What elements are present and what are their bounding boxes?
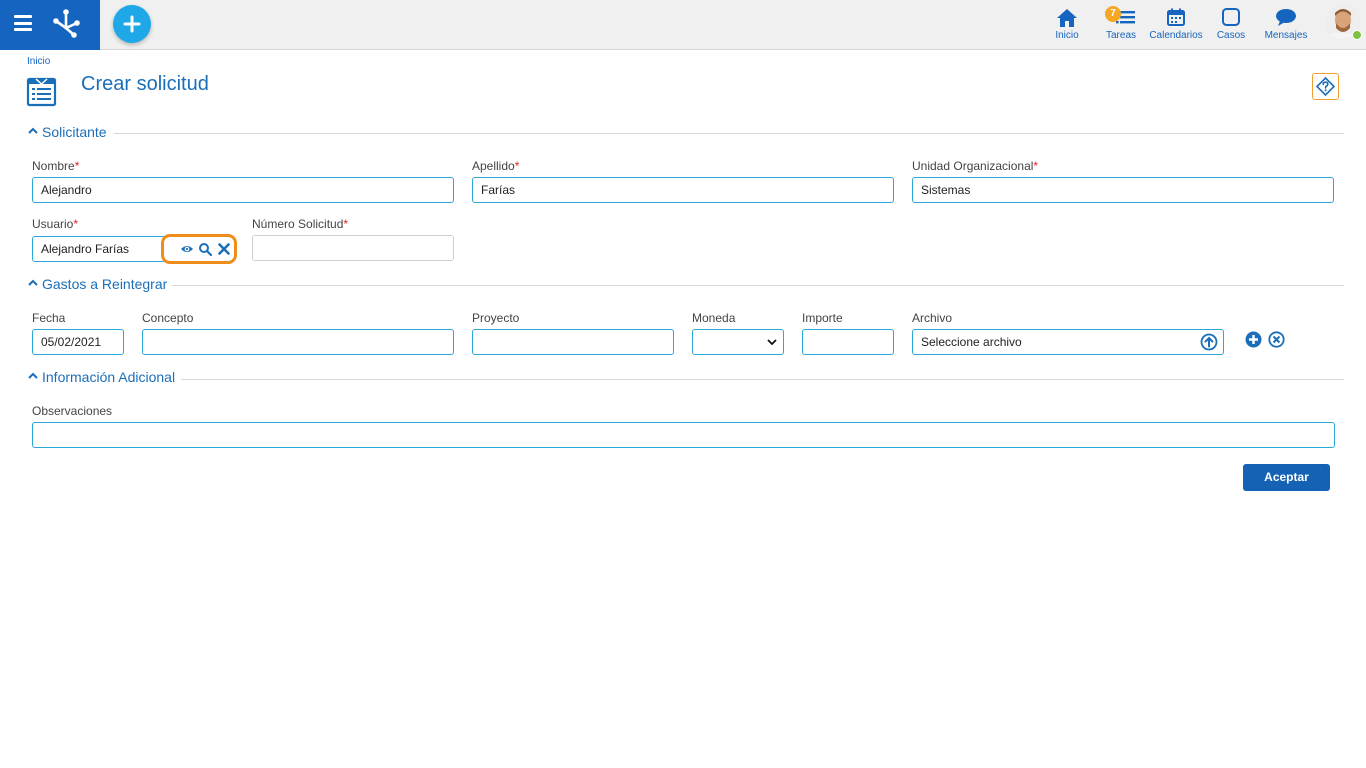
add-row-icon[interactable] bbox=[1245, 331, 1262, 348]
usuario-label-text: Usuario bbox=[32, 217, 74, 231]
apellido-label: Apellido* bbox=[472, 159, 519, 173]
tasks-badge: 7 bbox=[1105, 6, 1121, 22]
clear-icon[interactable] bbox=[217, 242, 231, 256]
section-gastos-header[interactable]: Gastos a Reintegrar bbox=[28, 276, 168, 294]
nav-calendarios-label: Calendarios bbox=[1149, 30, 1203, 41]
breadcrumb[interactable]: Inicio bbox=[27, 56, 50, 67]
archivo-label: Archivo bbox=[912, 311, 953, 325]
numero-label: Número Solicitud* bbox=[252, 217, 348, 231]
online-status-dot bbox=[1352, 30, 1362, 40]
moneda-label: Moneda bbox=[692, 311, 736, 325]
chevron-up-icon bbox=[28, 279, 38, 286]
nav-casos[interactable]: Casos bbox=[1204, 0, 1258, 50]
section-gastos-title: Gastos a Reintegrar bbox=[42, 276, 168, 292]
nav-tareas-label: Tareas bbox=[1105, 30, 1136, 41]
plus-icon bbox=[123, 15, 141, 33]
form-icon bbox=[26, 77, 57, 107]
apellido-label-text: Apellido bbox=[472, 159, 515, 173]
section-solicitante-header[interactable]: Solicitante bbox=[28, 124, 108, 142]
numero-field[interactable] bbox=[252, 235, 454, 261]
top-bar: Inicio 7 Tareas Calendarios Casos Mensaj… bbox=[0, 0, 1366, 50]
home-icon bbox=[1057, 9, 1077, 27]
chevron-up-icon bbox=[28, 372, 38, 379]
chevron-down-icon bbox=[767, 339, 777, 346]
required-mark: * bbox=[343, 217, 349, 231]
section-divider bbox=[181, 379, 1344, 380]
help-icon bbox=[1316, 77, 1335, 96]
calendar-icon bbox=[1167, 8, 1185, 26]
nav-tareas[interactable]: 7 Tareas bbox=[1094, 0, 1148, 50]
section-divider bbox=[114, 133, 1344, 134]
required-mark: * bbox=[1033, 159, 1039, 173]
importe-field[interactable] bbox=[802, 329, 894, 355]
fecha-field[interactable]: 05/02/2021 bbox=[32, 329, 124, 355]
unidad-field[interactable]: Sistemas bbox=[912, 177, 1334, 203]
upload-icon[interactable] bbox=[1200, 333, 1218, 351]
usuario-label: Usuario* bbox=[32, 217, 78, 231]
observaciones-field[interactable] bbox=[32, 422, 1335, 448]
nav-inicio-label: Inicio bbox=[1055, 30, 1079, 41]
unidad-label-text: Unidad Organizacional bbox=[912, 159, 1034, 173]
menu-icon[interactable] bbox=[14, 15, 32, 31]
nav-casos-label: Casos bbox=[1216, 30, 1246, 41]
nav-inicio[interactable]: Inicio bbox=[1040, 0, 1094, 50]
section-info-title: Información Adicional bbox=[42, 369, 176, 385]
cases-icon bbox=[1222, 8, 1240, 26]
required-mark: * bbox=[514, 159, 520, 173]
logo-icon[interactable] bbox=[50, 8, 82, 40]
section-divider bbox=[172, 285, 1344, 286]
chevron-up-icon bbox=[28, 127, 38, 134]
concepto-field[interactable] bbox=[142, 329, 454, 355]
view-icon[interactable] bbox=[180, 242, 194, 256]
page-title: Crear solicitud bbox=[81, 73, 209, 95]
nombre-label: Nombre* bbox=[32, 159, 79, 173]
search-icon[interactable] bbox=[198, 242, 212, 256]
section-info-header[interactable]: Información Adicional bbox=[28, 369, 178, 387]
nombre-field[interactable]: Alejandro bbox=[32, 177, 454, 203]
nav-mensajes-label: Mensajes bbox=[1264, 30, 1308, 41]
remove-row-icon[interactable] bbox=[1268, 331, 1285, 348]
nav-mensajes[interactable]: Mensajes bbox=[1258, 0, 1314, 50]
section-solicitante-title: Solicitante bbox=[42, 124, 107, 140]
proyecto-field[interactable] bbox=[472, 329, 674, 355]
archivo-field[interactable]: Seleccione archivo bbox=[912, 329, 1224, 355]
nav-calendarios[interactable]: Calendarios bbox=[1148, 0, 1204, 50]
importe-label: Importe bbox=[802, 311, 843, 325]
numero-label-text: Número Solicitud bbox=[252, 217, 344, 231]
messages-icon bbox=[1276, 9, 1296, 26]
archivo-placeholder: Seleccione archivo bbox=[921, 335, 1022, 349]
add-button[interactable] bbox=[113, 5, 151, 43]
help-button[interactable] bbox=[1312, 73, 1339, 100]
required-mark: * bbox=[73, 217, 79, 231]
usuario-actions-highlight bbox=[161, 234, 237, 264]
observaciones-label: Observaciones bbox=[32, 404, 113, 418]
moneda-select[interactable] bbox=[692, 329, 784, 355]
accept-button[interactable]: Aceptar bbox=[1243, 464, 1330, 491]
required-mark: * bbox=[74, 159, 80, 173]
brand-area bbox=[0, 0, 100, 50]
proyecto-label: Proyecto bbox=[472, 311, 520, 325]
usuario-field[interactable]: Alejandro Farías bbox=[32, 236, 182, 262]
apellido-field[interactable]: Farías bbox=[472, 177, 894, 203]
concepto-label: Concepto bbox=[142, 311, 194, 325]
fecha-label: Fecha bbox=[32, 311, 66, 325]
top-navigation: Inicio 7 Tareas Calendarios Casos Mensaj… bbox=[1040, 0, 1314, 50]
unidad-label: Unidad Organizacional* bbox=[912, 159, 1038, 173]
nombre-label-text: Nombre bbox=[32, 159, 75, 173]
